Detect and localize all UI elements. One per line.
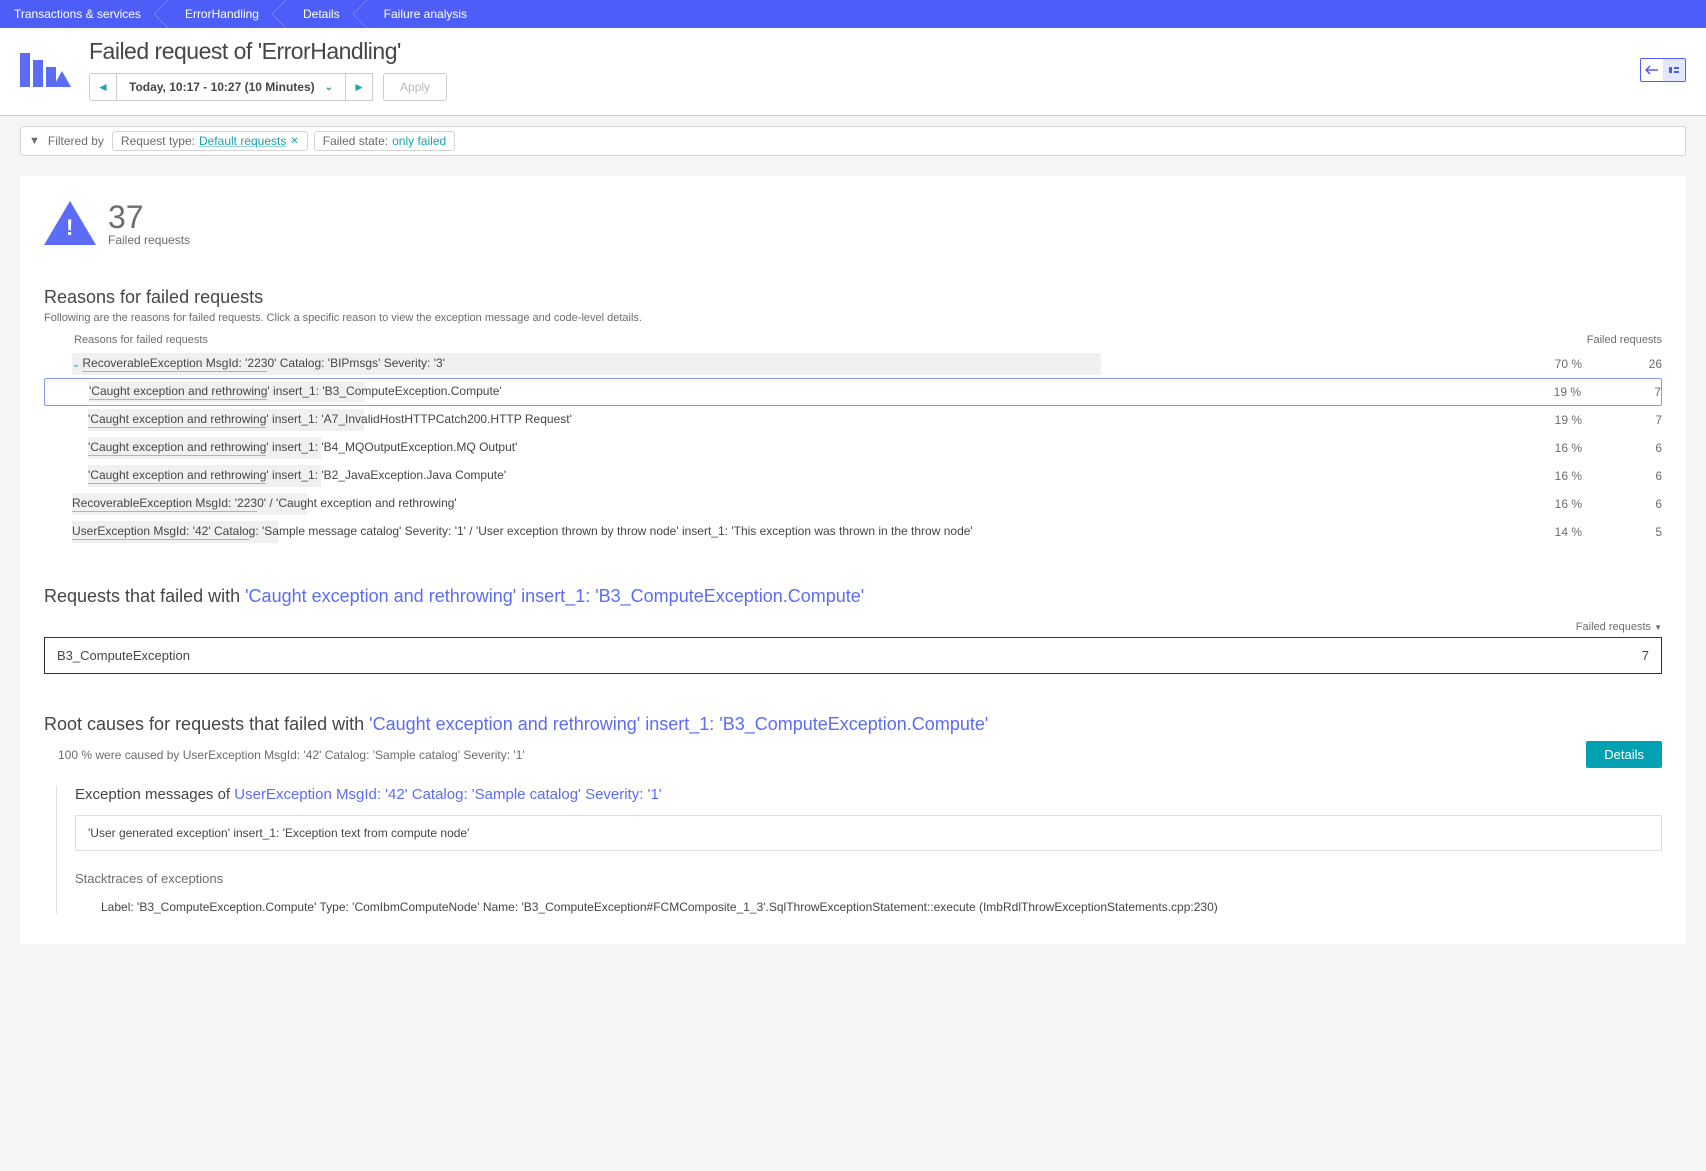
reasons-section: Reasons for failed requests Following ar… — [44, 287, 1662, 546]
reason-label: RecoverableException MsgId: '2230' / 'Ca… — [44, 496, 1542, 512]
chip-label: Request type: — [121, 134, 195, 148]
failed-with-row[interactable]: B3_ComputeException 7 — [44, 637, 1662, 674]
timeframe-next-button[interactable]: ► — [345, 73, 373, 101]
timeframe-picker: ◄ Today, 10:17 - 10:27 (10 Minutes) ⌄ ► … — [89, 73, 447, 101]
timeframe-select[interactable]: Today, 10:17 - 10:27 (10 Minutes) ⌄ — [117, 73, 345, 101]
reasons-subheading: Following are the reasons for failed req… — [44, 312, 1662, 324]
details-button[interactable]: Details — [1586, 741, 1662, 768]
breadcrumb-item[interactable]: Failure analysis — [360, 0, 487, 28]
failed-with-em: 'Caught exception and rethrowing' insert… — [245, 586, 864, 606]
reason-pct: 16 % — [1542, 469, 1612, 483]
reason-label: UserException MsgId: '42' Catalog: 'Samp… — [44, 524, 1542, 540]
reason-label: 'Caught exception and rethrowing' insert… — [44, 412, 1542, 428]
chip-label: Failed state: — [323, 134, 388, 148]
reason-row[interactable]: ⌄RecoverableException MsgId: '2230' Cata… — [44, 350, 1662, 378]
exception-prefix: Exception messages of — [75, 786, 234, 803]
apply-button: Apply — [383, 73, 447, 101]
timeframe-label: Today, 10:17 - 10:27 (10 Minutes) — [129, 80, 315, 94]
reason-label: 'Caught exception and rethrowing' insert… — [44, 468, 1542, 484]
reason-count: 6 — [1612, 497, 1662, 511]
failed-with-section: Requests that failed with 'Caught except… — [44, 586, 1662, 674]
reason-label: 'Caught exception and rethrowing' insert… — [45, 384, 1541, 400]
sort-desc-icon: ▼ — [1654, 623, 1662, 632]
failed-with-row-count: 7 — [1642, 648, 1649, 663]
failed-with-prefix: Requests that failed with — [44, 586, 245, 606]
failed-with-heading: Requests that failed with 'Caught except… — [44, 586, 1662, 607]
failed-with-row-label: B3_ComputeException — [57, 648, 190, 663]
reason-count: 6 — [1612, 441, 1662, 455]
failed-with-col-header[interactable]: Failed requests ▼ — [44, 621, 1662, 633]
failed-count-label: Failed requests — [108, 233, 190, 247]
reason-count: 7 — [1612, 413, 1662, 427]
reason-row[interactable]: UserException MsgId: '42' Catalog: 'Samp… — [44, 518, 1662, 546]
filter-label: Filtered by — [48, 134, 104, 148]
timeframe-prev-button[interactable]: ◄ — [89, 73, 117, 101]
exception-heading: Exception messages of UserException MsgI… — [75, 786, 1662, 803]
root-causes-line: 100 % were caused by UserException MsgId… — [44, 748, 525, 762]
reason-label: ⌄RecoverableException MsgId: '2230' Cata… — [44, 356, 1542, 372]
view-toggle — [1640, 58, 1686, 82]
reason-row[interactable]: RecoverableException MsgId: '2230' / 'Ca… — [44, 490, 1662, 518]
breadcrumb-item[interactable]: Transactions & services — [0, 0, 161, 28]
reasons-col-right: Failed requests — [1572, 334, 1662, 346]
service-icon — [20, 53, 71, 87]
chip-value: only failed — [392, 134, 446, 148]
breadcrumb: Transactions & servicesErrorHandlingDeta… — [0, 0, 1706, 28]
reason-pct: 14 % — [1542, 525, 1612, 539]
reason-pct: 19 % — [1541, 385, 1611, 399]
filter-icon: ▼ — [29, 135, 40, 147]
root-causes-section: Root causes for requests that failed wit… — [44, 714, 1662, 914]
chevron-down-icon: ⌄ — [72, 359, 80, 370]
reason-pct: 70 % — [1542, 357, 1612, 371]
exception-message: 'User generated exception' insert_1: 'Ex… — [75, 815, 1662, 851]
exception-detail: Exception messages of UserException MsgI… — [56, 786, 1662, 914]
filter-chip[interactable]: Failed state: only failed — [314, 131, 455, 151]
reasons-col-left: Reasons for failed requests — [44, 334, 1572, 346]
reason-count: 7 — [1611, 385, 1661, 399]
summary: 37 Failed requests — [44, 201, 1662, 247]
filter-bar: ▼ Filtered by Request type: Default requ… — [20, 126, 1686, 156]
breadcrumb-item[interactable]: Details — [279, 0, 360, 28]
root-causes-prefix: Root causes for requests that failed wit… — [44, 714, 369, 734]
close-icon[interactable]: ✕ — [290, 136, 298, 147]
filter-chip[interactable]: Request type: Default requests ✕ — [112, 131, 308, 151]
reason-count: 5 — [1612, 525, 1662, 539]
exception-em: UserException MsgId: '42' Catalog: 'Samp… — [234, 786, 661, 803]
reason-label: 'Caught exception and rethrowing' insert… — [44, 440, 1542, 456]
chip-value: Default requests — [199, 134, 286, 148]
warning-icon — [44, 201, 96, 245]
failed-count: 37 — [108, 201, 190, 233]
stacktrace-heading: Stacktraces of exceptions — [75, 871, 1662, 886]
reason-pct: 16 % — [1542, 441, 1612, 455]
chevron-down-icon: ⌄ — [325, 82, 333, 93]
breadcrumb-item[interactable]: ErrorHandling — [161, 0, 279, 28]
reason-row[interactable]: 'Caught exception and rethrowing' insert… — [44, 378, 1662, 406]
stacktrace-line: Label: 'B3_ComputeException.Compute' Typ… — [75, 900, 1662, 914]
reason-row[interactable]: 'Caught exception and rethrowing' insert… — [44, 462, 1662, 490]
page-title: Failed request of 'ErrorHandling' — [89, 38, 447, 65]
reason-row[interactable]: 'Caught exception and rethrowing' insert… — [44, 406, 1662, 434]
reasons-heading: Reasons for failed requests — [44, 287, 1662, 308]
reason-pct: 16 % — [1542, 497, 1612, 511]
page-header: Failed request of 'ErrorHandling' ◄ Toda… — [0, 28, 1706, 116]
reason-count: 26 — [1612, 357, 1662, 371]
reason-pct: 19 % — [1542, 413, 1612, 427]
reason-count: 6 — [1612, 469, 1662, 483]
view-toggle-right[interactable] — [1663, 59, 1685, 81]
reason-row[interactable]: 'Caught exception and rethrowing' insert… — [44, 434, 1662, 462]
view-toggle-left[interactable] — [1641, 59, 1663, 81]
root-causes-em: 'Caught exception and rethrowing' insert… — [369, 714, 988, 734]
root-causes-heading: Root causes for requests that failed wit… — [44, 714, 1662, 735]
